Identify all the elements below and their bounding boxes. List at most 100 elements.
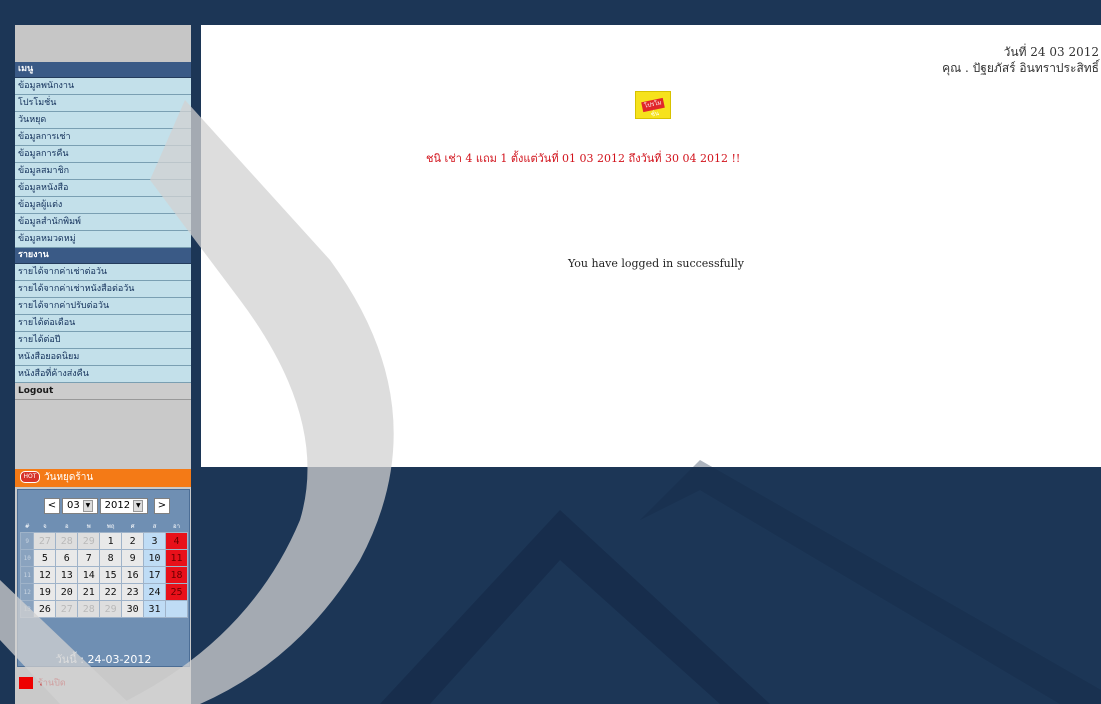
calendar-day[interactable]: 21 (77, 583, 101, 601)
calendar-day-headers: # จอพพฤศสอา (20, 520, 188, 533)
promotion-icon[interactable]: โปรโมชั่น (635, 91, 671, 119)
calendar-day[interactable]: 13 (55, 566, 79, 584)
year-select[interactable]: 2012 ▼ (100, 498, 148, 514)
sidebar-menu-item[interactable]: ข้อมูลสำนักพิมพ์ (15, 214, 191, 231)
calendar-day[interactable]: 17 (143, 566, 167, 584)
calendar-day[interactable]: 24 (143, 583, 167, 601)
sidebar: เมนู ข้อมูลพนักงาน โปรโมชั่น วันหยุด ข้อมูล… (15, 25, 191, 704)
calendar: < 03 ▼ 2012 ▼ > # จอพพฤศสอา 9 27 28 29 1 2 3 4 10… (17, 489, 190, 667)
sidebar-report-item[interactable]: หนังสือยอดนิยม (15, 349, 191, 366)
menu-list: ข้อมูลพนักงาน โปรโมชั่น วันหยุด ข้อมูลการเช… (15, 78, 191, 248)
week-number: 12 (19, 583, 35, 601)
calendar-day[interactable]: 19 (33, 583, 57, 601)
promotion-badge: โปรโมชั่น (641, 97, 665, 119)
calendar-day[interactable]: 2 (121, 532, 145, 550)
calendar-day[interactable]: 31 (143, 600, 167, 618)
calendar-week-row: 11 12 13 14 15 16 17 18 (19, 566, 188, 584)
prev-month-button[interactable]: < (44, 498, 60, 514)
year-value: 2012 (104, 500, 131, 511)
calendar-day[interactable]: 15 (99, 566, 123, 584)
calendar-day[interactable]: 28 (77, 600, 101, 618)
calendar-day-header: อา (165, 520, 188, 533)
calendar-day[interactable]: 28 (55, 532, 79, 550)
calendar-day[interactable]: 27 (33, 532, 57, 550)
calendar-grid: # จอพพฤศสอา 9 27 28 29 1 2 3 4 10 5 6 7 8 9 10 11 11 12 13 1… (19, 520, 188, 618)
calendar-day[interactable]: 22 (99, 583, 123, 601)
sidebar-menu-item[interactable]: วันหยุด (15, 112, 191, 129)
calendar-today-label: วันนี้ : 24-03-2012 (55, 653, 152, 666)
week-number: 9 (19, 532, 35, 550)
legend-label: ร้านปิด (38, 678, 66, 689)
chevron-down-icon: ▼ (82, 500, 93, 512)
calendar-day[interactable]: 8 (99, 549, 123, 567)
calendar-day[interactable]: 4 (165, 532, 188, 550)
chevron-down-icon: ▼ (133, 500, 144, 512)
calendar-day[interactable]: 30 (121, 600, 145, 618)
sidebar-menu-item[interactable]: ข้อมูลสมาชิก (15, 163, 191, 180)
calendar-day[interactable]: 18 (165, 566, 188, 584)
calendar-day[interactable]: 9 (121, 549, 145, 567)
calendar-day-header: จ (33, 520, 56, 533)
user-name: คุณ . ปัฐยภัสร์ อินทราประสิทธิ์ (942, 61, 1099, 75)
sidebar-report-item[interactable]: หนังสือที่ค้างส่งคืน (15, 366, 191, 383)
calendar-day-header: พ (77, 520, 100, 533)
calendar-day[interactable]: 14 (77, 566, 101, 584)
calendar-day[interactable]: 5 (33, 549, 57, 567)
calendar-title: วันหยุดร้าน (44, 472, 94, 483)
calendar-header: HOT วันหยุดร้าน (15, 469, 191, 487)
calendar-day-header: พฤ (99, 520, 122, 533)
next-month-button[interactable]: > (154, 498, 170, 514)
calendar-day[interactable]: 6 (55, 549, 79, 567)
calendar-day[interactable]: 3 (143, 532, 167, 550)
sidebar-top-gap (15, 25, 191, 62)
logout-link[interactable]: Logout (15, 383, 191, 400)
hot-badge-icon: HOT (20, 471, 40, 483)
calendar-legend: ร้านปิด (19, 672, 66, 689)
sidebar-menu-item[interactable]: ข้อมูลหนังสือ (15, 180, 191, 197)
calendar-day[interactable]: 10 (143, 549, 167, 567)
menu-header: เมนู (15, 62, 191, 78)
sidebar-report-item[interactable]: รายได้ต่อปี (15, 332, 191, 349)
calendar-week-row: 12 19 20 21 22 23 24 25 (19, 583, 188, 601)
calendar-day[interactable]: 25 (165, 583, 188, 601)
calendar-day-header: ศ (121, 520, 144, 533)
closed-swatch-icon (19, 676, 33, 689)
sidebar-report-item[interactable]: รายได้จากค่าเช่าหนังสือต่อวัน (15, 281, 191, 298)
week-number: 13 (19, 600, 35, 618)
sidebar-menu-item[interactable]: โปรโมชั่น (15, 95, 191, 112)
calendar-body: 9 27 28 29 1 2 3 4 10 5 6 7 8 9 10 11 11 12 13 14 15 16 17 18 12… (19, 532, 188, 618)
week-number: 11 (19, 566, 35, 584)
sidebar-menu-item[interactable]: ข้อมูลหมวดหมู่ (15, 231, 191, 248)
sidebar-menu-item[interactable]: ข้อมูลการเช่า (15, 129, 191, 146)
month-value: 03 (67, 500, 80, 511)
sidebar-report-item[interactable]: รายได้จากค่าปรับต่อวัน (15, 298, 191, 315)
week-number: 10 (19, 549, 35, 567)
calendar-day[interactable]: 23 (121, 583, 145, 601)
calendar-day[interactable]: 11 (165, 549, 188, 567)
sidebar-report-item[interactable]: รายได้ต่อเดือน (15, 315, 191, 332)
login-message: You have logged in successfully (568, 257, 744, 270)
calendar-day-header: อ (55, 520, 78, 533)
sidebar-report-item[interactable]: รายได้จากค่าเช่าต่อวัน (15, 264, 191, 281)
calendar-week-row: 10 5 6 7 8 9 10 11 (19, 549, 188, 567)
calendar-day[interactable]: 29 (77, 532, 101, 550)
calendar-day[interactable]: 26 (33, 600, 57, 618)
calendar-day[interactable]: 16 (121, 566, 145, 584)
sidebar-menu-item[interactable]: ข้อมูลพนักงาน (15, 78, 191, 95)
sidebar-menu-item[interactable]: ข้อมูลการคืน (15, 146, 191, 163)
report-header: รายงาน (15, 248, 191, 264)
calendar-day[interactable]: 7 (77, 549, 101, 567)
calendar-day[interactable]: 20 (55, 583, 79, 601)
month-select[interactable]: 03 ▼ (62, 498, 98, 514)
calendar-day[interactable]: 29 (99, 600, 123, 618)
main-panel: วันที่ 24 03 2012 คุณ . ปัฐยภัสร์ อินทรา… (201, 25, 1101, 467)
calendar-day[interactable]: 12 (33, 566, 57, 584)
calendar-day-header: ส (143, 520, 166, 533)
sidebar-menu-item[interactable]: ข้อมูลผู้แต่ง (15, 197, 191, 214)
calendar-day-header: # (20, 520, 34, 533)
calendar-week-row: 13 26 27 28 29 30 31 (19, 600, 188, 618)
promotion-text: ชนิ เช่า 4 แถม 1 ตั้งแต่วันที่ 01 03 201… (426, 152, 741, 165)
calendar-day[interactable] (165, 600, 188, 618)
calendar-day[interactable]: 1 (99, 532, 123, 550)
calendar-day[interactable]: 27 (55, 600, 79, 618)
